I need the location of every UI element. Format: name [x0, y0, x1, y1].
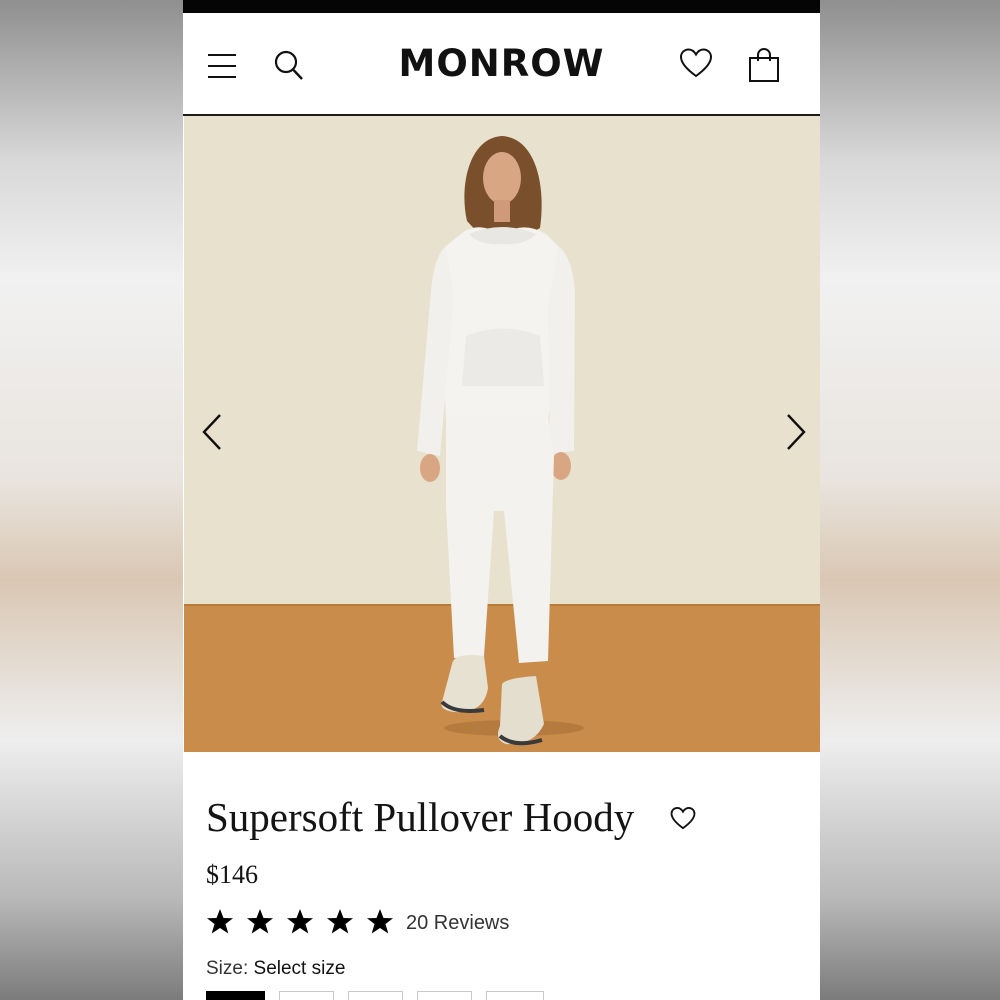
size-option[interactable]: [486, 991, 544, 1000]
brand-logo[interactable]: MONROW: [183, 42, 820, 85]
star-icon: [207, 909, 233, 934]
add-to-wishlist-button[interactable]: [670, 806, 696, 832]
star-icon: [327, 909, 353, 934]
star-icon: [247, 909, 273, 934]
size-option[interactable]: [206, 991, 265, 1000]
heart-icon: [670, 806, 696, 830]
size-option[interactable]: [279, 991, 334, 1000]
size-label: Size:: [206, 958, 249, 979]
next-image-button[interactable]: [782, 411, 810, 453]
announcement-bar: [183, 0, 820, 13]
site-header: MONROW: [183, 13, 820, 116]
product-price: $146: [206, 860, 258, 889]
size-option[interactable]: [348, 991, 403, 1000]
size-value: Select size: [253, 958, 346, 979]
heart-icon: [679, 48, 713, 78]
product-page: MONROW Supersoft Pullover Hoody $146 20 …: [183, 0, 820, 1000]
product-photo: [184, 116, 820, 752]
wishlist-button[interactable]: [679, 47, 713, 81]
cart-button[interactable]: [748, 47, 780, 83]
previous-image-button[interactable]: [200, 411, 228, 453]
reviews-link[interactable]: 20 Reviews: [406, 912, 509, 935]
size-option[interactable]: [417, 991, 472, 1000]
shopping-bag-icon: [749, 47, 779, 82]
product-image-gallery[interactable]: [184, 116, 820, 752]
size-selector-label: Size: Select size: [206, 958, 345, 980]
star-icon: [287, 909, 313, 934]
chevron-left-icon: [202, 414, 221, 450]
product-title: Supersoft Pullover Hoody: [206, 794, 635, 840]
chevron-right-icon: [787, 414, 806, 450]
star-icon: [367, 909, 393, 934]
